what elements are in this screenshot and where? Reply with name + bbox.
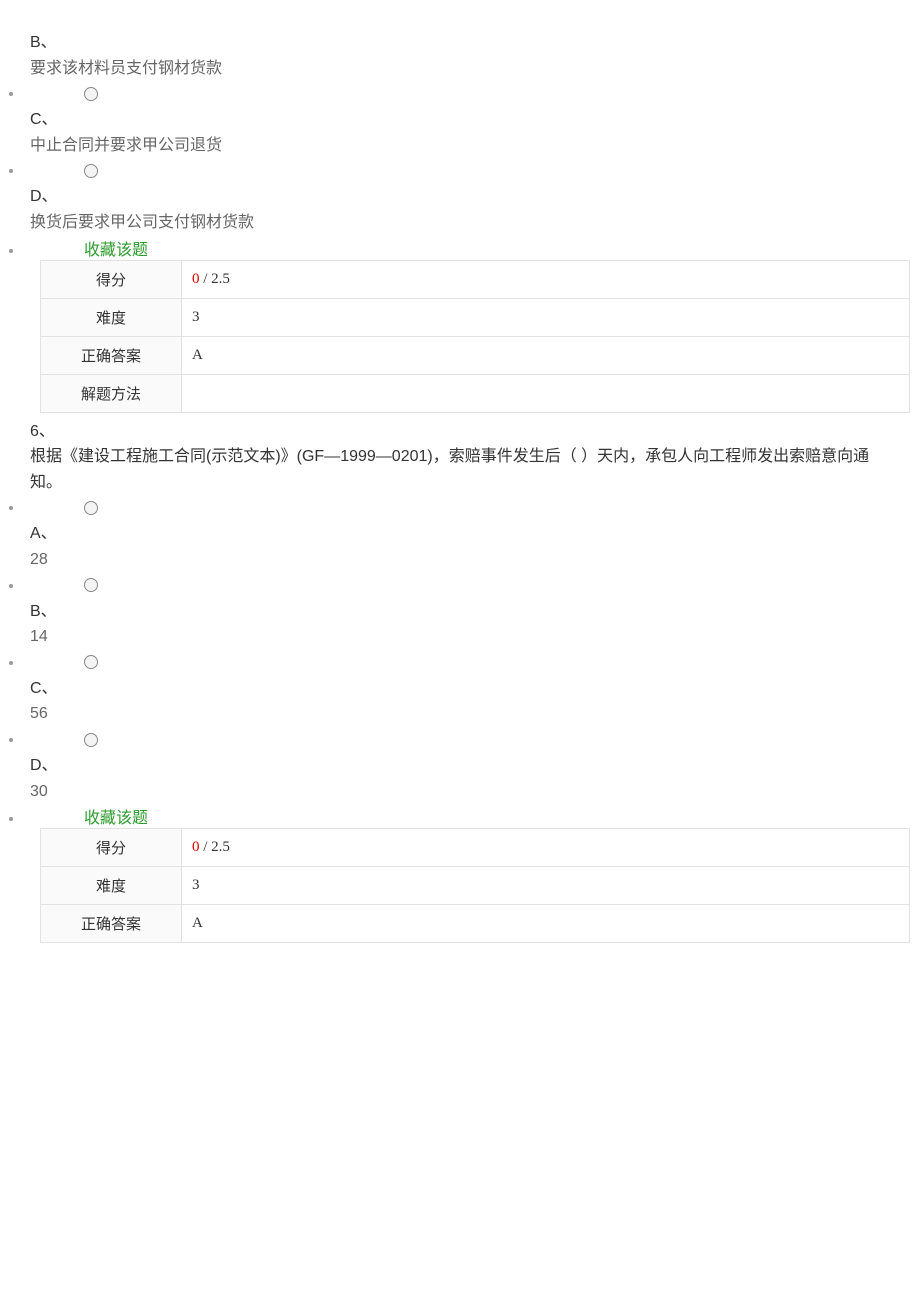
radio-icon[interactable] [84, 655, 98, 669]
option-b-label: B、 [30, 599, 890, 625]
difficulty-label: 难度 [41, 867, 182, 905]
option-c-label: C、 [30, 676, 890, 702]
radio-icon[interactable] [84, 578, 98, 592]
answer-label: 正确答案 [41, 336, 182, 374]
option-b-block: B、 14 [30, 599, 890, 650]
favorite-link[interactable]: 收藏该题 [84, 810, 148, 827]
difficulty-value: 3 [182, 298, 910, 336]
score-value: 0 / 2.5 [182, 829, 910, 867]
option-d-label: D、 [30, 184, 890, 210]
method-label: 解题方法 [41, 374, 182, 412]
score-got: 0 [192, 271, 200, 287]
difficulty-label: 难度 [41, 298, 182, 336]
score-label: 得分 [41, 829, 182, 867]
radio-icon[interactable] [84, 501, 98, 515]
option-c-radio-item [24, 654, 890, 672]
option-d-text: 30 [30, 779, 890, 805]
option-b-radio-item [24, 577, 890, 595]
option-c-block: C、 中止合同并要求甲公司退货 [30, 107, 890, 158]
question-6: 6、 根据《建设工程施工合同(示范文本)》(GF—1999—0201)，索赔事件… [30, 419, 890, 496]
option-a-text: 28 [30, 547, 890, 573]
option-b-text: 14 [30, 624, 890, 650]
option-c-label: C、 [30, 107, 890, 133]
info-table-q5: 得分 0 / 2.5 难度 3 正确答案 A 解题方法 [40, 260, 910, 413]
radio-icon[interactable] [84, 733, 98, 747]
option-d-label: D、 [30, 753, 890, 779]
option-d-block: D、 换货后要求甲公司支付钢材货款 [30, 184, 890, 235]
option-c-block: C、 56 [30, 676, 890, 727]
option-d-radio-item [24, 162, 890, 180]
score-value: 0 / 2.5 [182, 260, 910, 298]
info-table-q6: 得分 0 / 2.5 难度 3 正确答案 A [40, 828, 910, 943]
score-sep: / [200, 839, 212, 855]
option-a-block: A、 28 [30, 521, 890, 572]
option-a-radio-item [24, 499, 890, 517]
option-c-radio-item [24, 85, 890, 103]
radio-icon[interactable] [84, 87, 98, 101]
score-got: 0 [192, 839, 200, 855]
row-difficulty: 难度 3 [41, 298, 910, 336]
answer-label: 正确答案 [41, 905, 182, 943]
option-d-text: 换货后要求甲公司支付钢材货款 [30, 210, 890, 236]
option-c-text: 56 [30, 701, 890, 727]
row-score: 得分 0 / 2.5 [41, 829, 910, 867]
question-stem: 根据《建设工程施工合同(示范文本)》(GF—1999—0201)，索赔事件发生后… [30, 448, 869, 491]
option-d-radio-item [24, 731, 890, 749]
score-total: 2.5 [211, 271, 230, 287]
option-c-text: 中止合同并要求甲公司退货 [30, 133, 890, 159]
row-answer: 正确答案 A [41, 905, 910, 943]
option-d-block: D、 30 [30, 753, 890, 804]
row-difficulty: 难度 3 [41, 867, 910, 905]
answer-value: A [182, 336, 910, 374]
score-label: 得分 [41, 260, 182, 298]
row-method: 解题方法 [41, 374, 910, 412]
favorite-item-q6: 收藏该题 [24, 804, 890, 828]
answer-value: A [182, 905, 910, 943]
option-b-text: 要求该材料员支付钢材货款 [30, 56, 890, 82]
row-score: 得分 0 / 2.5 [41, 260, 910, 298]
option-a-label: A、 [30, 521, 890, 547]
option-b-label: B、 [30, 30, 890, 56]
favorite-link[interactable]: 收藏该题 [84, 242, 148, 259]
score-total: 2.5 [211, 839, 230, 855]
difficulty-value: 3 [182, 867, 910, 905]
radio-icon[interactable] [84, 164, 98, 178]
method-value [182, 374, 910, 412]
row-answer: 正确答案 A [41, 336, 910, 374]
score-sep: / [200, 271, 212, 287]
option-b-block: B、 要求该材料员支付钢材货款 [30, 30, 890, 81]
favorite-item-q5: 收藏该题 [24, 236, 890, 260]
question-number: 6、 [30, 423, 55, 440]
